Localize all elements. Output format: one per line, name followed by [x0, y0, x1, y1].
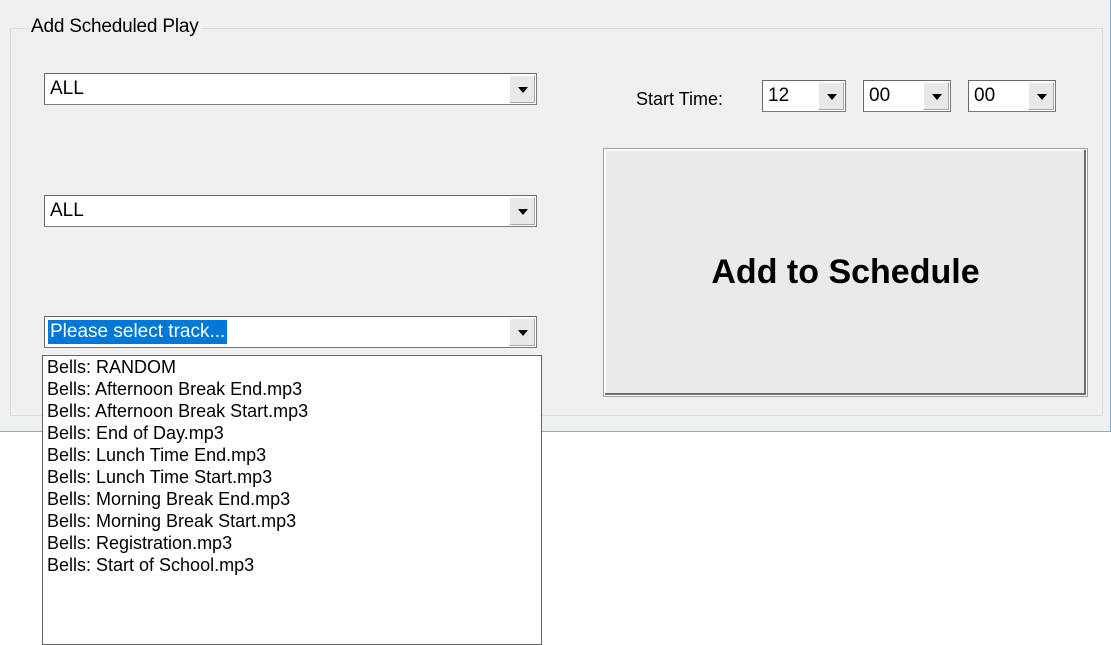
- track-dropdown-list[interactable]: Bells: RANDOM Bells: Afternoon Break End…: [42, 355, 542, 645]
- hour-value: 12: [768, 85, 790, 106]
- track-combo-value: Please select track...: [48, 320, 228, 344]
- list-item[interactable]: Bells: End of Day.mp3: [43, 422, 541, 444]
- list-item[interactable]: Bells: Lunch Time Start.mp3: [43, 466, 541, 488]
- minute-select[interactable]: 00: [863, 80, 951, 112]
- list-item[interactable]: Bells: RANDOM: [43, 356, 541, 378]
- list-item[interactable]: Bells: Afternoon Break End.mp3: [43, 378, 541, 400]
- hour-select[interactable]: 12: [762, 80, 846, 112]
- second-value: 00: [974, 85, 996, 106]
- second-select[interactable]: 00: [968, 80, 1056, 112]
- list-item[interactable]: Bells: Morning Break Start.mp3: [43, 510, 541, 532]
- filter-combo-2-value: ALL: [50, 200, 84, 221]
- chevron-down-icon[interactable]: [509, 75, 535, 103]
- add-to-schedule-button[interactable]: Add to Schedule: [603, 148, 1088, 397]
- add-to-schedule-label: Add to Schedule: [711, 253, 980, 291]
- chevron-down-icon[interactable]: [509, 197, 535, 225]
- list-item[interactable]: Bells: Afternoon Break Start.mp3: [43, 400, 541, 422]
- list-item[interactable]: Bells: Lunch Time End.mp3: [43, 444, 541, 466]
- group-title: Add Scheduled Play: [29, 16, 201, 38]
- list-item[interactable]: Bells: Start of School.mp3: [43, 554, 541, 576]
- chevron-down-icon[interactable]: [818, 82, 844, 110]
- chevron-down-icon[interactable]: [923, 82, 949, 110]
- start-time-label: Start Time:: [636, 89, 724, 109]
- list-item[interactable]: Bells: Morning Break End.mp3: [43, 488, 541, 510]
- chevron-down-icon[interactable]: [509, 318, 535, 346]
- list-item[interactable]: Bells: Registration.mp3: [43, 532, 541, 554]
- filter-combo-1[interactable]: ALL: [44, 73, 537, 105]
- minute-value: 00: [869, 85, 891, 106]
- track-combo[interactable]: Please select track...: [44, 316, 537, 348]
- filter-combo-1-value: ALL: [50, 78, 84, 99]
- filter-combo-2[interactable]: ALL: [44, 195, 537, 227]
- chevron-down-icon[interactable]: [1028, 82, 1054, 110]
